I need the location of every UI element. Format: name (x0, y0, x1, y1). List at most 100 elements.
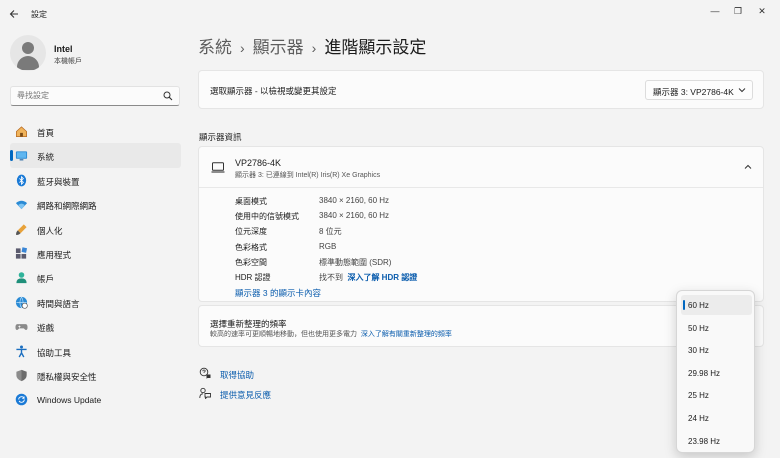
property-value: 標準動態範圍 (SDR) (319, 257, 392, 267)
breadcrumb-display[interactable]: 顯示器 (253, 38, 304, 57)
window-title: 設定 (31, 10, 47, 19)
windows-update-icon (15, 394, 28, 406)
feedback-icon (199, 387, 211, 399)
display-select-dropdown[interactable]: 顯示器 3: VP2786-4K (645, 80, 753, 100)
personalize-icon (16, 223, 27, 235)
property-key: 色彩格式 (235, 242, 267, 252)
search-icon[interactable] (163, 91, 173, 101)
breadcrumb-separator: › (311, 40, 317, 56)
sidebar-item-label: 網路和網際網路 (37, 201, 97, 212)
sidebar-item-home[interactable]: 首頁 (10, 119, 181, 143)
property-value: RGB (319, 241, 337, 251)
apps-icon (15, 247, 28, 259)
breadcrumb: 系統 › 顯示器 › 進階顯示設定 (198, 33, 426, 58)
sidebar-item-label: 個人化 (37, 225, 63, 236)
refresh-rate-subtitle: 較高的速率可更順暢地移動，但也使用更多電力 (210, 331, 357, 338)
display-info-card: VP2786-4K 顯示器 3: 已連線到 Intel(R) Iris(R) X… (198, 146, 764, 302)
sidebar-item-label: 隱私權與安全性 (37, 371, 97, 382)
sidebar-item-gaming[interactable]: 遊戲 (10, 314, 181, 338)
title-bar: 設定 — ❐ ✕ (0, 0, 780, 28)
user-account-type: 本機帳戶 (54, 58, 82, 65)
sidebar-item-accessibility[interactable]: 協助工具 (10, 339, 181, 363)
refresh-option[interactable]: 25 Hz (681, 385, 752, 405)
refresh-option-label: 60 Hz (688, 301, 709, 310)
selected-indicator (683, 300, 685, 310)
display-info-header[interactable]: VP2786-4K 顯示器 3: 已連線到 Intel(R) Iris(R) X… (199, 147, 763, 188)
sidebar-item-label: 時間與語言 (37, 298, 80, 309)
refresh-rate-flyout: 60 Hz 50 Hz 30 Hz 29.98 Hz 25 Hz 24 Hz 2… (676, 290, 755, 453)
sidebar-item-label: 藍牙與裝置 (37, 176, 80, 187)
avatar (10, 35, 46, 71)
display-select-card: 選取顯示器 - 以檢視或變更其設定 顯示器 3: VP2786-4K (198, 70, 764, 109)
display-select-value: 顯示器 3: VP2786-4K (653, 87, 734, 97)
breadcrumb-separator: › (240, 40, 245, 56)
sidebar-item-label: 系統 (37, 152, 55, 163)
accounts-icon (16, 272, 27, 284)
hdr-learn-more-link[interactable]: 深入了解 HDR 認證 (347, 273, 417, 282)
back-arrow-icon (9, 10, 18, 18)
sidebar-item-label: 首頁 (37, 128, 55, 138)
sidebar-item-personalization[interactable]: 個人化 (10, 217, 181, 241)
sidebar-item-network[interactable]: 網路和網際網路 (10, 192, 181, 216)
sidebar-item-label: 帳戶 (37, 274, 55, 285)
sidebar-item-windows-update[interactable]: Windows Update (10, 387, 181, 411)
help-chat-icon (199, 367, 211, 379)
sidebar-item-time-language[interactable]: 時間與語言 (10, 290, 181, 314)
monitor-connection: 顯示器 3: 已連線到 Intel(R) Iris(R) Xe Graphics (235, 172, 381, 179)
search-input[interactable] (17, 91, 157, 100)
search-box[interactable] (10, 86, 180, 106)
refresh-option-label: 30 Hz (688, 346, 709, 356)
get-help-label: 取得協助 (220, 370, 255, 380)
property-key: HDR 認證 (235, 272, 271, 282)
give-feedback-label: 提供意見反應 (220, 390, 272, 400)
refresh-option[interactable]: 60 Hz (681, 295, 752, 315)
sidebar-item-system[interactable]: 系統 (10, 143, 181, 168)
section-title-display-info: 顯示器資訊 (199, 132, 242, 142)
refresh-option-label: 25 Hz (688, 391, 709, 401)
sidebar-item-label: 協助工具 (37, 347, 72, 358)
chevron-up-icon[interactable] (743, 162, 753, 172)
refresh-option[interactable]: 50 Hz (681, 318, 752, 338)
refresh-option[interactable]: 24 Hz (681, 408, 752, 428)
user-name: Intel (54, 44, 73, 54)
close-button[interactable]: ✕ (751, 3, 773, 19)
privacy-shield-icon (16, 369, 27, 381)
gaming-icon (15, 324, 28, 331)
refresh-rate-description: 較高的速率可更順暢地移動，但也使用更多電力 深入了解有關重新整理的頻率 (210, 329, 452, 339)
maximize-button[interactable]: ❐ (727, 3, 749, 19)
sidebar-item-label: Windows Update (37, 395, 102, 406)
refresh-rate-learn-more-link[interactable]: 深入了解有關重新整理的頻率 (361, 331, 452, 338)
sidebar-item-accounts[interactable]: 帳戶 (10, 265, 181, 289)
refresh-option[interactable]: 29.98 Hz (681, 363, 752, 383)
property-key: 位元深度 (235, 227, 267, 237)
property-key: 色彩空間 (235, 257, 267, 267)
bluetooth-icon (16, 174, 27, 187)
chevron-down-icon (738, 88, 746, 93)
property-value: 8 位元 (319, 227, 342, 237)
sidebar-nav: 首頁 系統 藍牙與裝置 網路和網際網路 個人化 應用程式 帳戶 時間與語言 遊戲… (10, 119, 181, 412)
sidebar-item-bluetooth[interactable]: 藍牙與裝置 (10, 168, 181, 192)
sidebar-item-label: 遊戲 (37, 323, 55, 334)
display-select-label: 選取顯示器 - 以檢視或變更其設定 (210, 86, 337, 96)
refresh-option-label: 23.98 Hz (688, 436, 721, 446)
monitor-icon (211, 162, 225, 173)
monitor-name: VP2786-4K (235, 158, 282, 168)
property-value: 3840 × 2160, 60 Hz (319, 211, 390, 221)
selected-indicator (10, 150, 13, 162)
hdr-status: 找不到 (319, 272, 343, 282)
sidebar-item-apps[interactable]: 應用程式 (10, 241, 181, 265)
back-button[interactable] (6, 6, 22, 22)
property-value: 找不到 深入了解 HDR 認證 (319, 272, 417, 283)
refresh-option[interactable]: 23.98 Hz (681, 431, 752, 451)
minimize-button[interactable]: — (704, 3, 726, 19)
adapter-properties-link[interactable]: 顯示器 3 的顯示卡內容 (235, 287, 321, 299)
wifi-icon (15, 200, 28, 210)
breadcrumb-system[interactable]: 系統 (198, 38, 232, 57)
system-icon (15, 151, 28, 161)
page-title: 進階顯示設定 (324, 38, 427, 57)
property-key: 使用中的信號模式 (235, 212, 299, 222)
refresh-option[interactable]: 30 Hz (681, 340, 752, 360)
time-language-icon (15, 296, 28, 309)
sidebar-item-privacy[interactable]: 隱私權與安全性 (10, 363, 181, 387)
refresh-option-label: 24 Hz (688, 414, 709, 423)
